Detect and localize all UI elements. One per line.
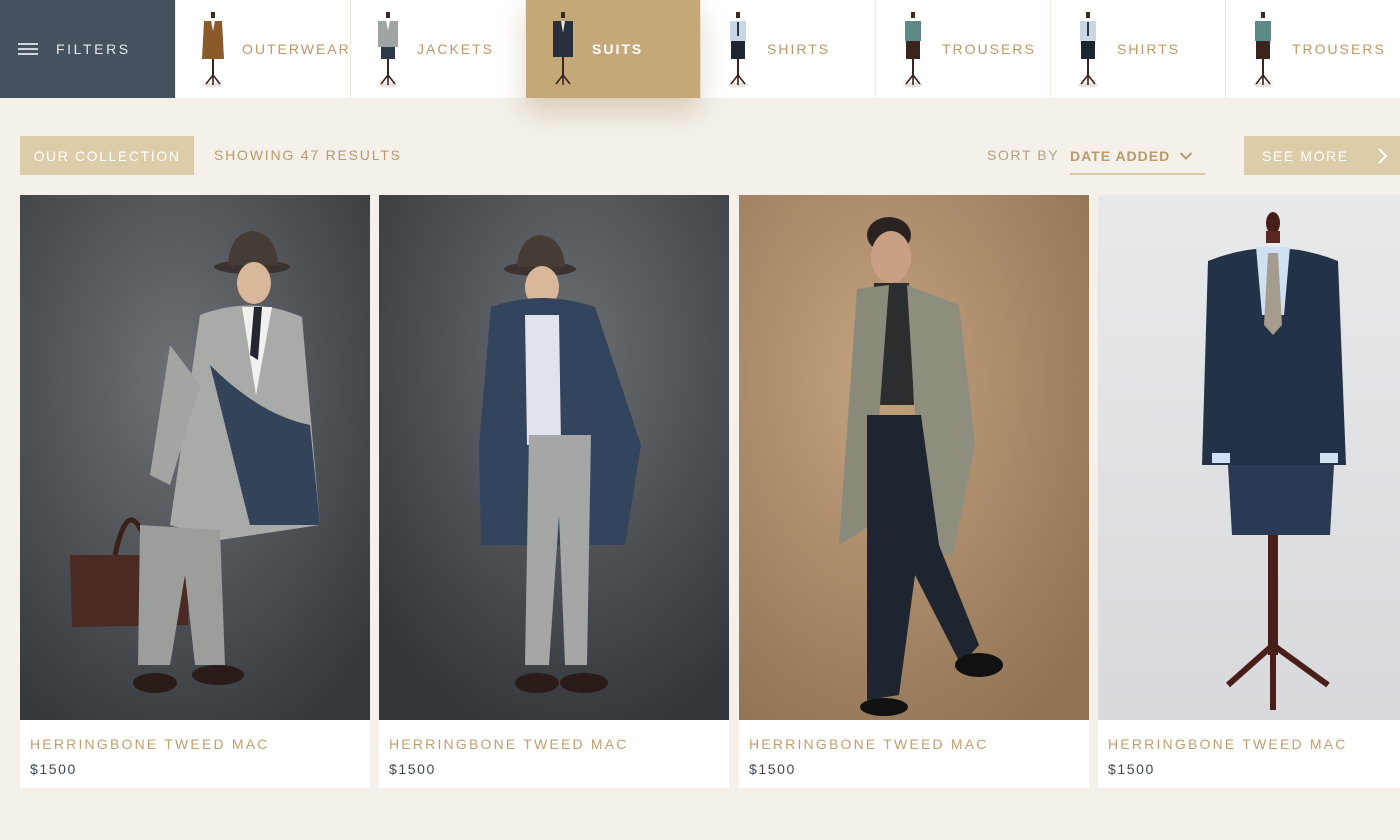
filters-button[interactable]: FILTERS — [0, 0, 175, 98]
category-tab-trousers[interactable]: TROUSERS — [875, 0, 1050, 98]
see-more-label: SEE MORE — [1262, 147, 1349, 164]
category-bar: FILTERS OUTERWEAR JACKETS SUITS SHIRTS T… — [0, 0, 1400, 98]
category-label: TROUSERS — [1292, 41, 1386, 57]
category-tab-outerwear[interactable]: OUTERWEAR — [175, 0, 350, 98]
product-card[interactable]: HERRINGBONE TWEED MAC $1500 — [379, 195, 729, 788]
category-tab-shirts-2[interactable]: SHIRTS — [1050, 0, 1225, 98]
chevron-right-icon — [1378, 148, 1388, 164]
category-tab-trousers-2[interactable]: TROUSERS — [1225, 0, 1400, 98]
product-image — [20, 195, 370, 720]
filters-sliders-icon — [18, 42, 38, 56]
category-label: TROUSERS — [942, 41, 1036, 57]
trousers-mannequin-icon — [1253, 12, 1273, 88]
our-collection-button[interactable]: OUR COLLECTION — [20, 136, 194, 175]
product-title[interactable]: HERRINGBONE TWEED MAC — [389, 736, 629, 752]
category-label: SHIRTS — [1117, 41, 1181, 57]
product-title[interactable]: HERRINGBONE TWEED MAC — [30, 736, 270, 752]
product-price: $1500 — [1108, 761, 1155, 777]
category-tab-jackets[interactable]: JACKETS — [350, 0, 525, 98]
product-card[interactable]: HERRINGBONE TWEED MAC $1500 — [739, 195, 1089, 788]
sort-value: DATE ADDED — [1070, 148, 1171, 164]
category-tab-suits[interactable]: SUITS — [525, 0, 700, 98]
chevron-down-icon — [1179, 152, 1193, 160]
filters-label: FILTERS — [56, 41, 131, 57]
product-title[interactable]: HERRINGBONE TWEED MAC — [749, 736, 989, 752]
see-more-button[interactable]: SEE MORE — [1244, 136, 1400, 175]
product-price: $1500 — [749, 761, 796, 777]
sort-by-label: SORT BY — [987, 147, 1060, 163]
results-count: SHOWING 47 RESULTS — [214, 147, 402, 163]
category-label: JACKETS — [417, 41, 495, 57]
suit-mannequin-icon — [553, 12, 573, 85]
category-label: SHIRTS — [767, 41, 831, 57]
product-image — [379, 195, 729, 720]
product-card[interactable]: HERRINGBONE TWEED MAC $1500 — [1098, 195, 1400, 788]
shirt-mannequin-icon — [728, 12, 748, 88]
shirt-mannequin-icon — [1078, 12, 1098, 88]
outerwear-mannequin-icon — [202, 12, 224, 88]
trousers-mannequin-icon — [903, 12, 923, 88]
product-image — [1098, 195, 1400, 720]
category-label: SUITS — [592, 41, 644, 57]
product-image — [739, 195, 1089, 720]
product-price: $1500 — [30, 761, 77, 777]
sort-dropdown[interactable]: DATE ADDED — [1070, 139, 1205, 175]
jacket-mannequin-icon — [378, 12, 398, 88]
product-card[interactable]: HERRINGBONE TWEED MAC $1500 — [20, 195, 370, 788]
product-title[interactable]: HERRINGBONE TWEED MAC — [1108, 736, 1348, 752]
product-price: $1500 — [389, 761, 436, 777]
category-tab-shirts[interactable]: SHIRTS — [700, 0, 875, 98]
category-label: OUTERWEAR — [242, 41, 351, 57]
